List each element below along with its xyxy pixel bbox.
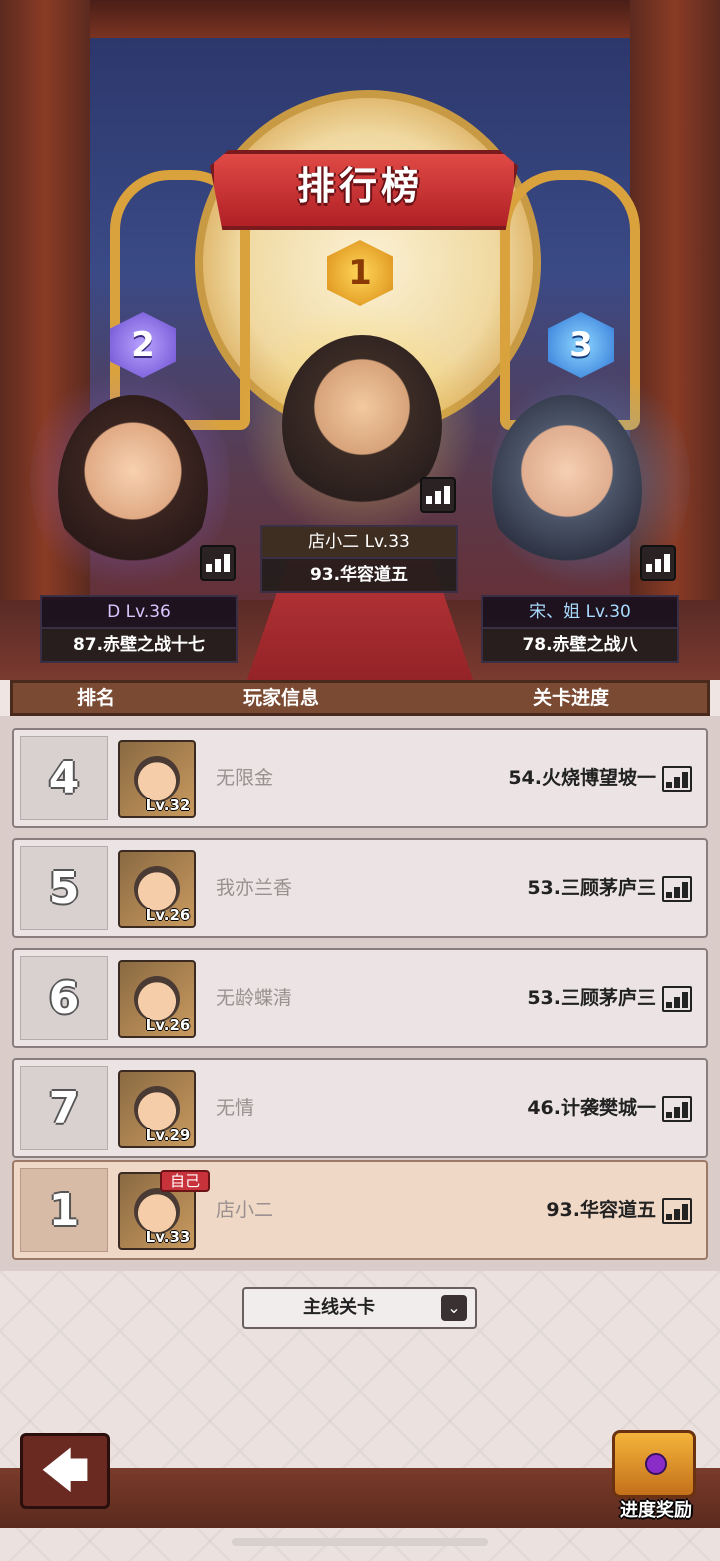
rank1-character[interactable] [282, 335, 442, 515]
table-header: 排名 玩家信息 关卡进度 [10, 680, 710, 716]
rank3-stats-icon[interactable] [640, 545, 676, 581]
rank3-name: 宋、姐 Lv.30 [481, 595, 679, 627]
player-name: 无龄蝶清 [216, 987, 293, 1009]
rank1-stage: 93.华容道五 [260, 557, 458, 593]
row-rank: 5 [20, 846, 108, 930]
avatar-level: Lv.29 [145, 1126, 191, 1144]
arrow-left-icon: 🡄 [40, 1443, 90, 1499]
avatar-level: Lv.33 [145, 1228, 191, 1246]
table-row[interactable]: 4 Lv.32 无限金 54.火烧博望坡一 [12, 728, 708, 828]
rank3-plate[interactable]: 宋、姐 Lv.30 78.赤壁之战八 [481, 595, 679, 663]
stats-icon[interactable] [662, 876, 692, 902]
table-row[interactable]: 5 Lv.26 我亦兰香 53.三顾茅庐三 [12, 838, 708, 938]
self-tag-badge: 自己 [160, 1170, 210, 1192]
page-title: 排行榜 [296, 164, 423, 208]
avatar-level: Lv.26 [145, 1016, 191, 1034]
table-row[interactable]: 7 Lv.29 无情 46.计袭樊城一 [12, 1058, 708, 1158]
home-indicator[interactable] [232, 1538, 488, 1546]
row-rank: 7 [20, 1066, 108, 1150]
self-player-name: 店小二 [216, 1199, 274, 1221]
avatar-level: Lv.32 [145, 796, 191, 814]
header-player: 玩家信息 [243, 687, 320, 709]
table-row[interactable]: 6 Lv.26 无龄蝶清 53.三顾茅庐三 [12, 948, 708, 1048]
rank2-character[interactable] [58, 395, 208, 585]
avatar-level: Lv.26 [145, 906, 191, 924]
row-rank: 4 [20, 736, 108, 820]
avatar[interactable]: Lv.32 [118, 740, 196, 818]
header-rank: 排名 [77, 687, 116, 709]
header-progress: 关卡进度 [533, 687, 610, 709]
rank2-stage: 87.赤壁之战十七 [40, 627, 238, 663]
chevron-down-icon[interactable]: ⌄ [441, 1295, 467, 1321]
player-name: 我亦兰香 [216, 877, 293, 899]
stage-progress: 53.三顾茅庐三 [527, 877, 656, 899]
self-rank: 1 [20, 1168, 108, 1252]
player-name: 无限金 [216, 767, 274, 789]
rank2-stats-icon[interactable] [200, 545, 236, 581]
avatar[interactable]: Lv.26 [118, 850, 196, 928]
dropdown-label: 主线关卡 [303, 1297, 375, 1318]
row-rank: 6 [20, 956, 108, 1040]
stats-icon[interactable] [662, 986, 692, 1012]
chest-gem [645, 1453, 667, 1475]
rank2-name: D Lv.36 [40, 595, 238, 627]
ceiling-beam [0, 0, 720, 38]
stats-icon[interactable] [662, 1096, 692, 1122]
back-button[interactable]: 🡄 [20, 1433, 110, 1509]
stats-icon[interactable] [662, 1198, 692, 1224]
stage-progress: 54.火烧博望坡一 [508, 767, 656, 789]
stats-icon[interactable] [662, 766, 692, 792]
treasure-chest-icon[interactable] [612, 1430, 696, 1498]
rank1-plate[interactable]: 店小二 Lv.33 93.华容道五 [260, 525, 458, 593]
self-row[interactable]: 1 Lv.33 自己 店小二 93.华容道五 [12, 1160, 708, 1260]
avatar[interactable]: Lv.26 [118, 960, 196, 1038]
rank3-character[interactable] [492, 395, 642, 585]
rank1-name: 店小二 Lv.33 [260, 525, 458, 557]
stage-progress: 53.三顾茅庐三 [527, 987, 656, 1009]
rank3-stage: 78.赤壁之战八 [481, 627, 679, 663]
avatar[interactable]: Lv.29 [118, 1070, 196, 1148]
player-name: 无情 [216, 1097, 255, 1119]
category-dropdown[interactable]: 主线关卡 ⌄ [242, 1287, 477, 1329]
progress-reward-button[interactable]: 进度奖励 [604, 1496, 708, 1522]
stage-progress: 46.计袭樊城一 [527, 1097, 656, 1119]
rank2-plate[interactable]: D Lv.36 87.赤壁之战十七 [40, 595, 238, 663]
self-stage-progress: 93.华容道五 [546, 1199, 656, 1221]
rank1-stats-icon[interactable] [420, 477, 456, 513]
